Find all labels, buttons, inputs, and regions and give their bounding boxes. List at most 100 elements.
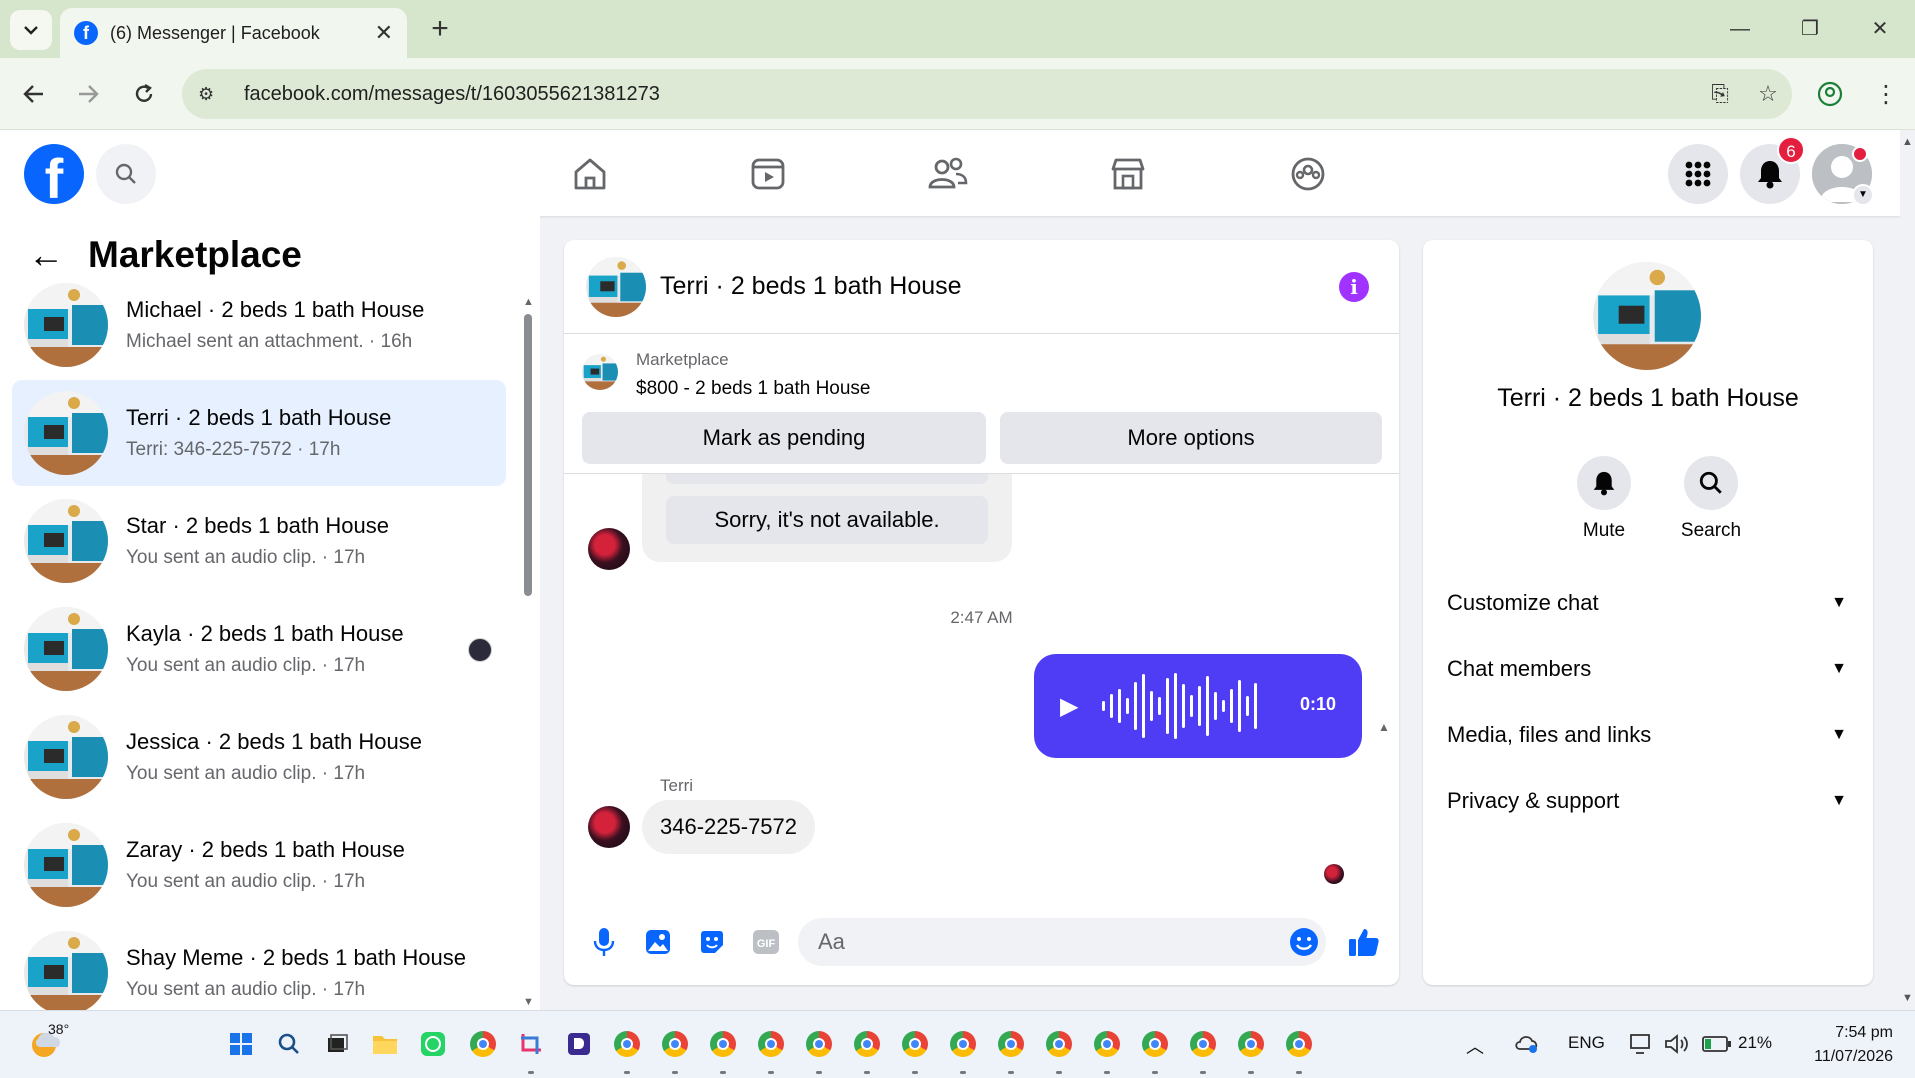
chat-title[interactable]: Terri · 2 beds 1 bath House (660, 272, 962, 301)
forward-button[interactable] (70, 76, 106, 112)
search-in-conversation-button[interactable]: Search (1666, 456, 1756, 542)
like-button[interactable] (1348, 926, 1380, 958)
chrome-window-button[interactable] (900, 1029, 930, 1059)
back-button[interactable] (16, 76, 52, 112)
info-avatar[interactable] (1593, 262, 1701, 370)
cloud-network-icon[interactable] (1514, 1031, 1540, 1055)
chrome-window-button[interactable] (1188, 1029, 1218, 1059)
address-bar[interactable]: ⚙ facebook.com/messages/t/16030556213812… (182, 69, 1792, 119)
privacy-support-section[interactable]: Privacy & support ▼ (1447, 776, 1847, 826)
scroll-up-icon[interactable]: ▲ (1378, 720, 1390, 734)
customize-chat-section[interactable]: Customize chat ▼ (1447, 578, 1847, 628)
whatsapp-button[interactable] (418, 1029, 448, 1059)
menu-apps-button[interactable] (1668, 144, 1728, 204)
bookmark-star-icon[interactable]: ☆ (1744, 81, 1792, 107)
listing-price-title[interactable]: $800 - 2 beds 1 bath House (636, 378, 871, 400)
conversation-item[interactable]: Terri · 2 beds 1 bath House Terri: 346-22… (12, 380, 506, 486)
quick-reply-option[interactable] (666, 474, 988, 484)
mark-as-pending-button[interactable]: Mark as pending (582, 412, 986, 464)
gif-button[interactable]: GIF (750, 926, 782, 958)
browser-menu-button[interactable]: ⋮ (1868, 76, 1904, 112)
thread-scrollbar[interactable]: ▲ ▼ (1377, 720, 1391, 900)
snipping-tool-button[interactable] (516, 1029, 546, 1059)
facebook-logo[interactable]: f (24, 144, 84, 204)
chrome-window-button[interactable] (1044, 1029, 1074, 1059)
sidebar-scroll-thumb[interactable] (524, 314, 532, 596)
sidebar-scrollbar[interactable]: ▲ ▼ (522, 296, 534, 1008)
contact-avatar[interactable] (588, 806, 630, 848)
start-button[interactable] (226, 1029, 256, 1059)
info-icon[interactable]: i (1339, 272, 1369, 302)
chrome-window-button[interactable] (708, 1029, 738, 1059)
browser-tab-messenger[interactable]: f (6) Messenger | Facebook ✕ (60, 8, 407, 58)
chrome-window-button[interactable] (1140, 1029, 1170, 1059)
scroll-down-icon[interactable]: ▼ (1902, 992, 1913, 1004)
file-explorer-button[interactable] (370, 1029, 400, 1059)
emoji-button[interactable] (1288, 926, 1320, 958)
voice-clip-button[interactable] (588, 926, 620, 958)
more-options-button[interactable]: More options (1000, 412, 1382, 464)
input-language[interactable]: ENG (1568, 1033, 1605, 1053)
chrome-window-button[interactable] (948, 1029, 978, 1059)
chrome-window-button[interactable] (660, 1029, 690, 1059)
restore-button[interactable]: ❐ (1775, 0, 1845, 58)
conversation-item[interactable]: Jessica · 2 beds 1 bath House You sent an… (12, 704, 506, 810)
message-input[interactable] (798, 918, 1326, 966)
system-clock[interactable]: 7:54 pm 11/07/2026 (1814, 1021, 1893, 1069)
page-scrollbar[interactable]: ▲ ▼ (1900, 130, 1915, 1010)
mute-button[interactable]: Mute (1559, 456, 1649, 542)
site-info-icon[interactable]: ⚙ (198, 84, 226, 105)
chrome-window-button[interactable] (612, 1029, 642, 1059)
nav-home[interactable] (566, 150, 614, 198)
conversation-item[interactable]: Star · 2 beds 1 bath House You sent an au… (12, 488, 506, 594)
conversation-item[interactable]: Michael · 2 beds 1 bath House Michael sen… (12, 272, 506, 378)
chrome-window-button[interactable] (756, 1029, 786, 1059)
minimize-button[interactable]: — (1705, 0, 1775, 58)
facebook-search-button[interactable] (96, 144, 156, 204)
account-menu-chevron-icon[interactable]: ▼ (1852, 184, 1874, 206)
close-window-button[interactable]: ✕ (1845, 0, 1915, 58)
chrome-window-button[interactable] (996, 1029, 1026, 1059)
conversation-item[interactable]: Shay Meme · 2 beds 1 bath House You sent … (12, 920, 506, 1010)
chrome-button[interactable] (468, 1029, 498, 1059)
show-hidden-icons-chevron-icon[interactable]: ︿ (1466, 1033, 1484, 1059)
scroll-up-icon[interactable]: ▲ (523, 296, 534, 308)
chrome-window-button[interactable] (1092, 1029, 1122, 1059)
search-icon-circle[interactable] (1684, 456, 1738, 510)
nav-marketplace[interactable] (1104, 150, 1152, 198)
audio-message-bubble[interactable]: ▶ 0:10 (1034, 654, 1362, 758)
chrome-window-button[interactable] (852, 1029, 882, 1059)
chat-avatar[interactable] (586, 256, 646, 317)
chrome-window-button[interactable] (804, 1029, 834, 1059)
contact-avatar[interactable] (588, 528, 630, 570)
battery-icon[interactable] (1702, 1035, 1732, 1053)
mute-icon-circle[interactable] (1577, 456, 1631, 510)
chrome-window-button[interactable] (1236, 1029, 1266, 1059)
profile-button[interactable] (1812, 76, 1848, 112)
media-files-links-section[interactable]: Media, files and links ▼ (1447, 710, 1847, 760)
reload-button[interactable] (126, 76, 162, 112)
new-tab-button[interactable]: + (422, 12, 458, 48)
sticker-button[interactable] (696, 926, 728, 958)
tab-close-icon[interactable]: ✕ (375, 20, 393, 46)
back-arrow-icon[interactable]: ← (28, 234, 64, 276)
tab-search-button[interactable] (10, 10, 52, 50)
taskbar-search-button[interactable] (274, 1029, 304, 1059)
volume-icon[interactable] (1664, 1033, 1690, 1055)
conversation-item[interactable]: Zaray · 2 beds 1 bath House You sent an a… (12, 812, 506, 918)
nav-friends[interactable] (924, 150, 972, 198)
chrome-window-button[interactable] (1284, 1029, 1314, 1059)
scroll-down-icon[interactable]: ▼ (523, 996, 534, 1008)
chat-members-section[interactable]: Chat members ▼ (1447, 644, 1847, 694)
attach-photo-button[interactable] (642, 926, 674, 958)
incoming-message[interactable]: 346-225-7572 (642, 800, 816, 854)
display-icon[interactable] (1630, 1033, 1654, 1055)
nav-video[interactable] (744, 150, 792, 198)
listing-thumbnail[interactable] (582, 354, 618, 390)
scroll-up-icon[interactable]: ▲ (1902, 136, 1913, 148)
task-view-button[interactable] (322, 1029, 352, 1059)
install-app-icon[interactable]: ⎘ (1696, 81, 1744, 107)
conversation-item[interactable]: Kayla · 2 beds 1 bath House You sent an a… (12, 596, 506, 702)
play-icon[interactable]: ▶ (1060, 692, 1078, 721)
quick-reply-option[interactable]: Sorry, it's not available. (666, 496, 988, 544)
